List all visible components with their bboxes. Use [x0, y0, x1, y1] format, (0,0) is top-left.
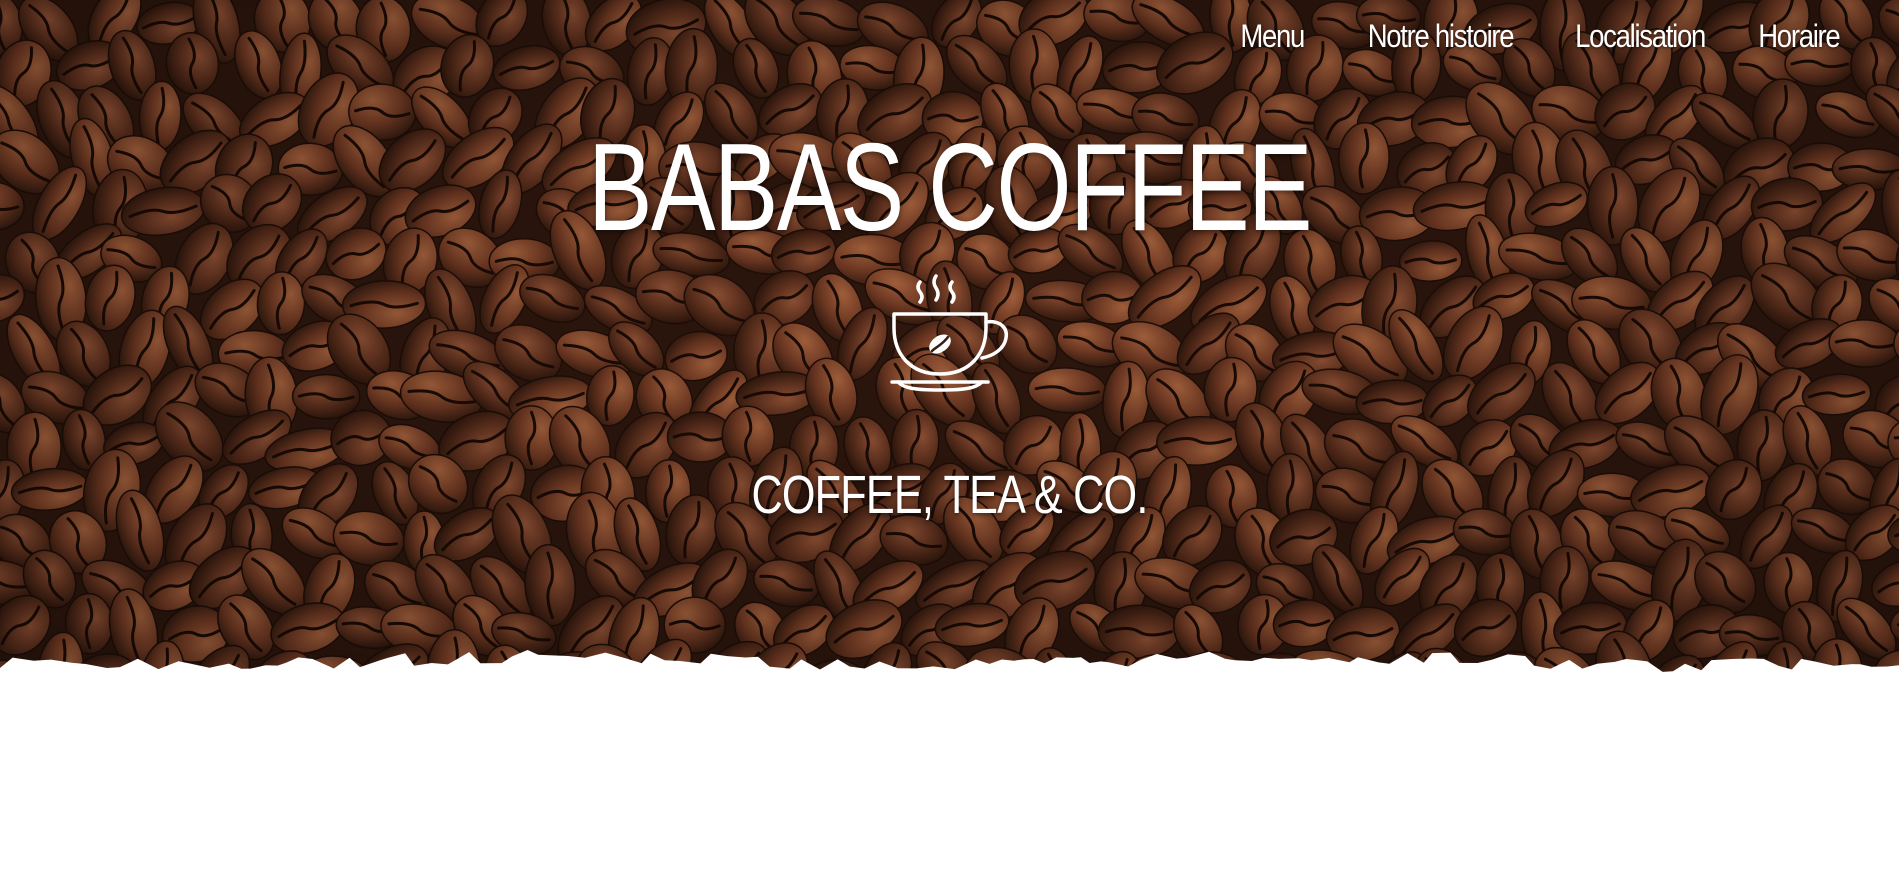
nav-link-menu[interactable]: Menu	[1241, 18, 1306, 55]
nav-link-horaire[interactable]: Horaire	[1758, 18, 1840, 55]
nav-link-localisation[interactable]: Localisation	[1575, 18, 1706, 55]
main-nav: Menu Notre histoire Localisation Horaire	[1230, 18, 1841, 55]
torn-paper-edge	[0, 650, 1899, 720]
nav-link-notre-histoire[interactable]: Notre histoire	[1368, 18, 1515, 55]
site-title: BABAS COFFEE	[588, 119, 1313, 257]
tagline: COFFEE, TEA & CO.	[751, 465, 1148, 525]
hero-section: Menu Notre histoire Localisation Horaire…	[0, 0, 1899, 700]
coffee-cup-icon	[890, 274, 1009, 392]
